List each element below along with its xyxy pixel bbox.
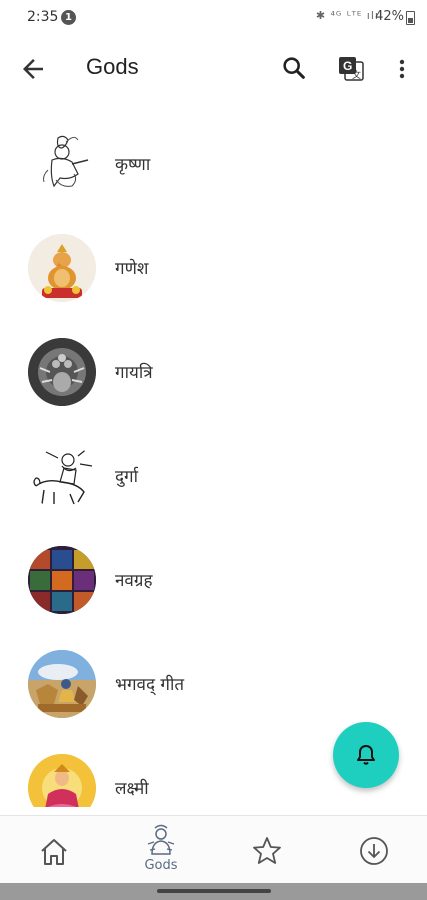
gods-icon — [147, 824, 175, 855]
nav-home[interactable] — [19, 816, 89, 884]
home-icon — [41, 839, 67, 865]
list-item-ganesh[interactable]: गणेश — [0, 216, 427, 320]
list-item-label: गायत्रि — [115, 363, 153, 383]
gayatri-image — [28, 338, 96, 406]
list-item-durga[interactable]: दुर्गा — [0, 424, 427, 528]
lakshmi-image — [28, 754, 96, 807]
battery-icon — [406, 11, 415, 25]
navagraha-image — [28, 546, 96, 614]
krishna-image — [28, 130, 96, 198]
translate-button[interactable]: G 文 — [336, 54, 366, 84]
star-icon — [253, 837, 281, 864]
notification-badge: 1 — [61, 10, 76, 25]
ganesh-image — [28, 234, 96, 302]
network-status: ✱ ⁴ᴳ ᴸᵀᴱ ılıl — [315, 9, 383, 22]
more-options-button[interactable] — [390, 54, 414, 84]
list-item-navagraha[interactable]: नवग्रह — [0, 528, 427, 632]
list-item-label: गणेश — [115, 259, 149, 279]
list-item-label: कृष्णा — [115, 155, 151, 175]
list-item-bhagavad-gita[interactable]: भगवद् गीत — [0, 632, 427, 736]
nav-gods-label: Gods — [144, 858, 178, 873]
status-bar: 2:35 1 ✱ ⁴ᴳ ᴸᵀᴱ ılıl 42% — [0, 0, 427, 34]
page-title: Gods — [86, 54, 139, 79]
nav-downloads[interactable] — [339, 816, 409, 884]
svg-text:G: G — [343, 59, 352, 73]
bottom-navigation: Gods — [0, 815, 427, 884]
list-item-gayatri[interactable]: गायत्रि — [0, 320, 427, 424]
gods-list: कृष्णा गणेश गायत्रि दुर्गा नवग्रह भगवद् … — [0, 112, 427, 807]
bell-icon — [357, 745, 375, 765]
list-item-label: भगवद् गीत — [115, 675, 185, 695]
translate-icon: G 文 — [339, 57, 364, 81]
search-icon — [283, 57, 305, 79]
nav-gods[interactable]: Gods — [126, 816, 196, 884]
list-item-krishna[interactable]: कृष्णा — [0, 112, 427, 216]
more-vert-icon — [399, 59, 405, 79]
svg-text:文: 文 — [352, 69, 361, 81]
list-item-label: नवग्रह — [115, 571, 153, 591]
arrow-back-icon — [23, 59, 43, 79]
list-item-label: लक्ष्मी — [115, 779, 149, 799]
gesture-bar — [0, 883, 427, 900]
list-item-label: दुर्गा — [115, 467, 139, 487]
app-bar: Gods G 文 — [0, 34, 427, 102]
search-button[interactable] — [280, 54, 308, 82]
back-button[interactable] — [18, 54, 48, 84]
download-icon — [360, 837, 388, 865]
durga-image — [28, 442, 96, 510]
nav-favorites[interactable] — [232, 816, 302, 884]
status-time: 2:35 — [27, 9, 59, 25]
notification-fab[interactable] — [333, 722, 399, 788]
gesture-handle[interactable] — [157, 889, 271, 893]
bhagavad-gita-image — [28, 650, 96, 718]
battery-level: 42% — [375, 9, 404, 24]
